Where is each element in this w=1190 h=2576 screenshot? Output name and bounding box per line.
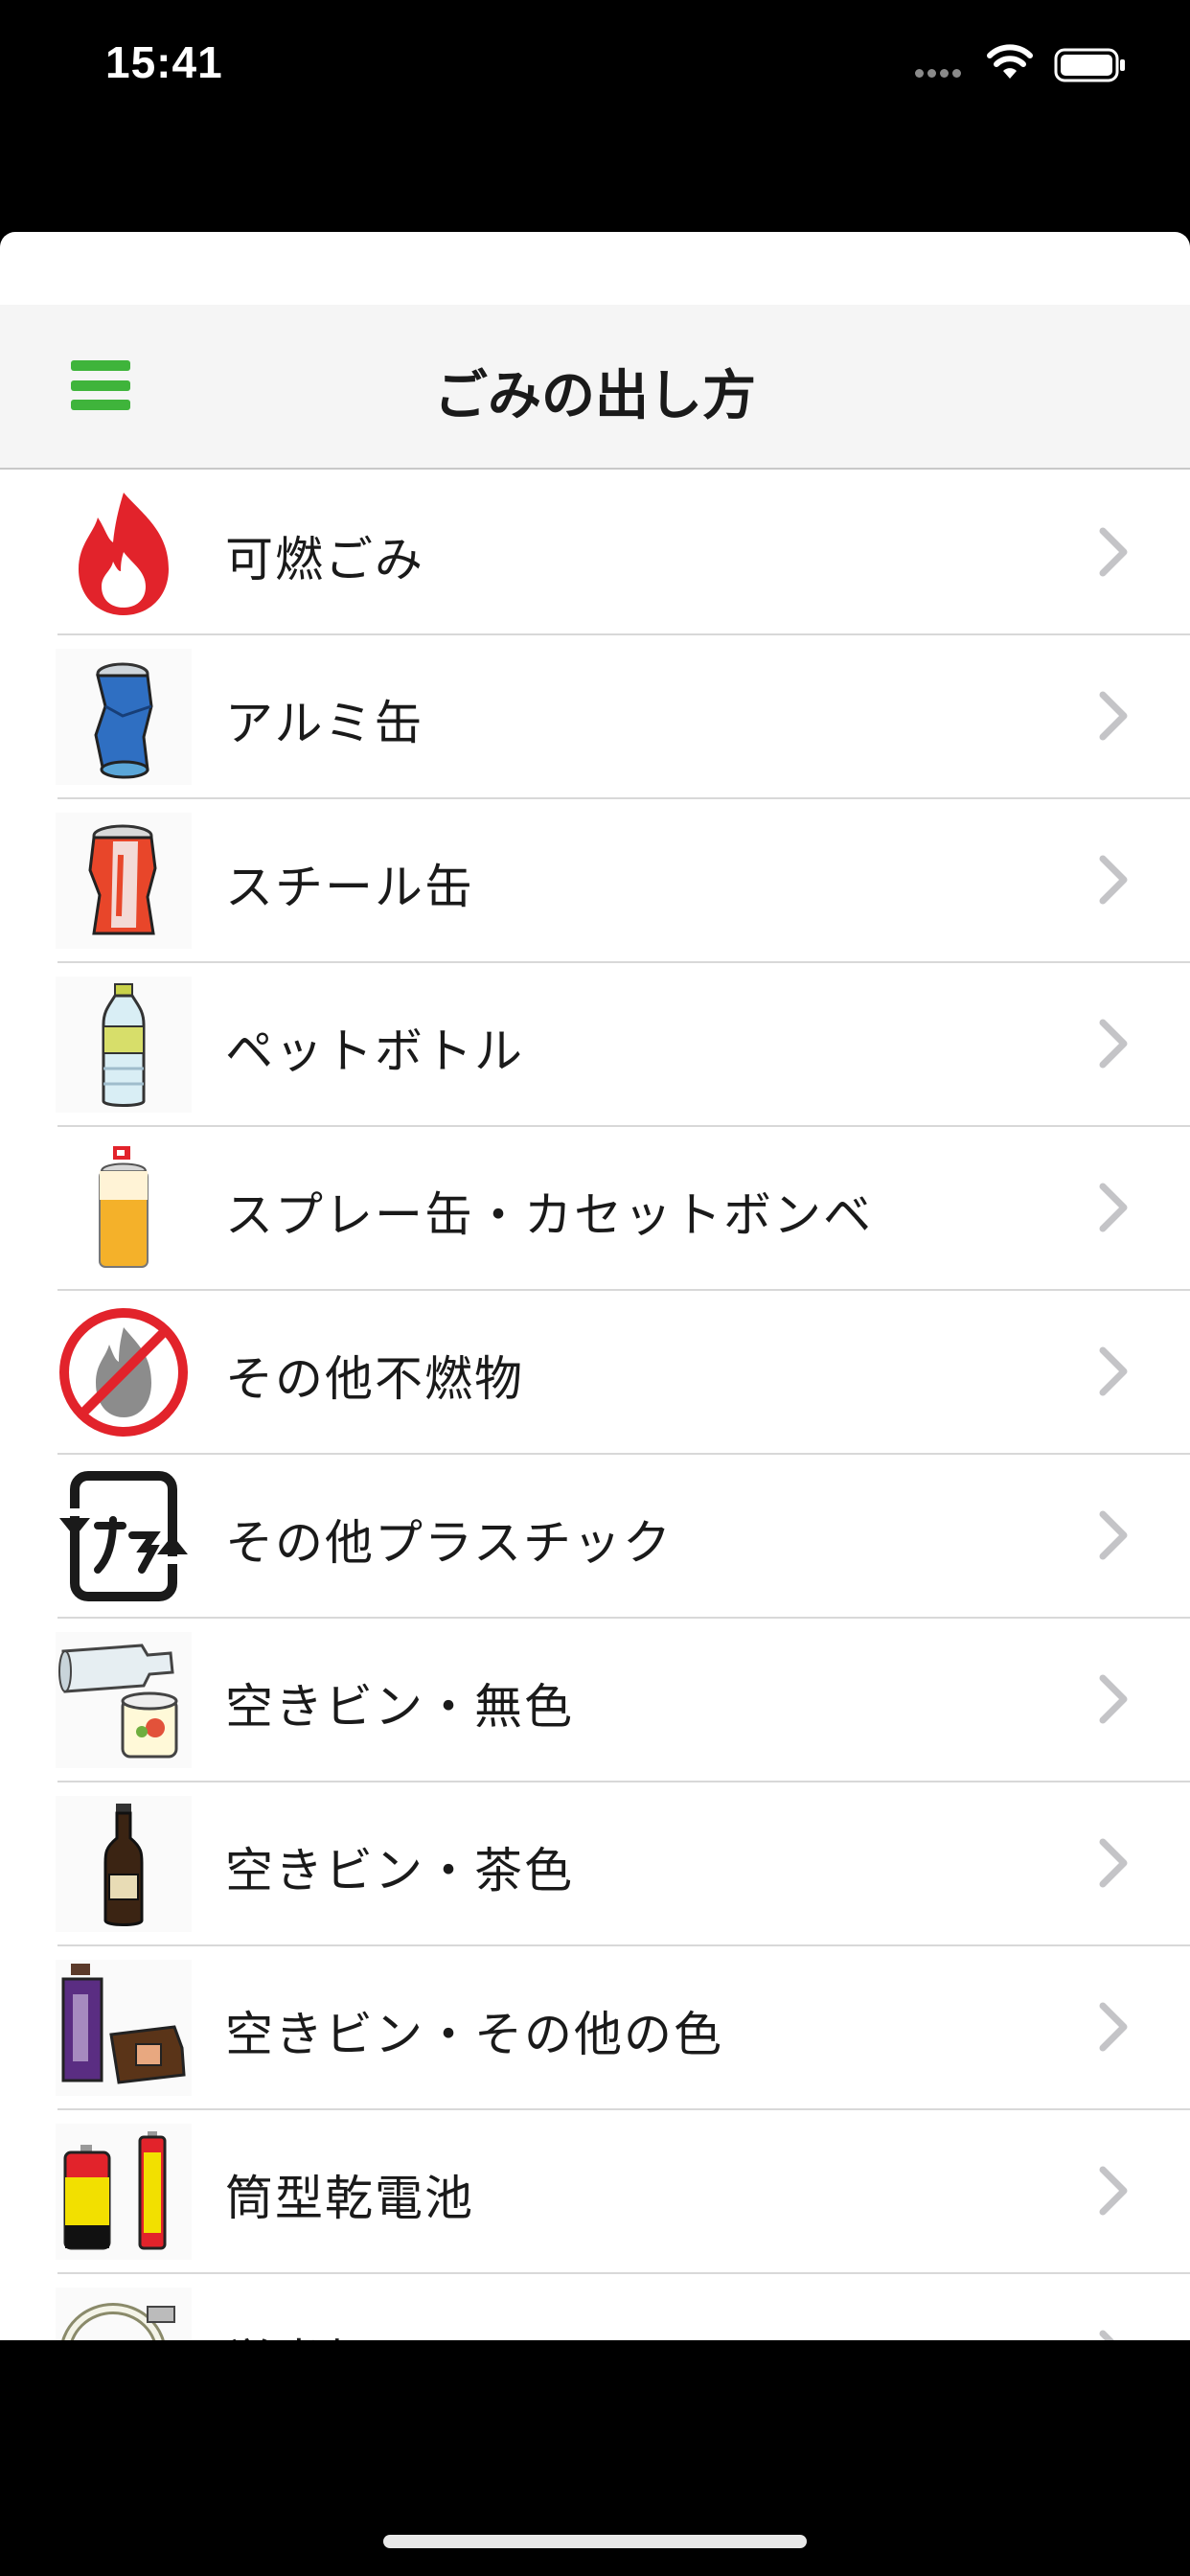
- plastic-recycle-icon: [56, 1468, 192, 1604]
- item-label: 空きビン・その他の色: [225, 2007, 723, 2062]
- item-label: 筒型乾電池: [225, 2171, 474, 2226]
- flame-icon: [56, 485, 192, 621]
- chevron-right-icon: [1099, 1674, 1128, 1724]
- battery-cells-icon: [56, 2124, 192, 2260]
- list-item-other-plastic[interactable]: その他プラスチック: [0, 1455, 1190, 1619]
- list-item-other-color-bottle[interactable]: 空きビン・その他の色: [0, 1946, 1190, 2110]
- navigation-bar: ごみの出し方: [0, 305, 1190, 470]
- list-item-burnable[interactable]: 可燃ごみ: [0, 472, 1190, 635]
- chevron-right-icon: [1099, 855, 1128, 905]
- app-sheet: ごみの出し方 可燃ごみ アルミ缶 スチール缶 ペットボトル スプレー缶・カセット…: [0, 232, 1190, 2340]
- spray-can-icon: [56, 1140, 192, 1276]
- cellular-signal-icon: [915, 63, 965, 81]
- page-title: ごみの出し方: [434, 365, 756, 427]
- clear-bottle-icon: [56, 1632, 192, 1768]
- pet-bottle-icon: [56, 977, 192, 1113]
- chevron-right-icon: [1099, 2166, 1128, 2216]
- garbage-category-list: 可燃ごみ アルミ缶 スチール缶 ペットボトル スプレー缶・カセットボンベ その他…: [0, 472, 1190, 2340]
- item-label: アルミ缶: [225, 696, 424, 751]
- chevron-right-icon: [1099, 1019, 1128, 1069]
- item-label: スチール缶: [225, 860, 474, 915]
- chevron-right-icon: [1099, 1510, 1128, 1560]
- status-bar: 15:41: [0, 0, 1190, 134]
- item-label: 蛍光灯: [225, 2324, 375, 2340]
- fluorescent-lamp-icon: [56, 2288, 192, 2340]
- list-item-brown-bottle[interactable]: 空きビン・茶色: [0, 1782, 1190, 1946]
- brown-bottle-icon: [56, 1796, 192, 1932]
- wifi-icon: [987, 44, 1033, 79]
- list-item-non-burnable[interactable]: その他不燃物: [0, 1291, 1190, 1455]
- list-item-dry-cell-battery[interactable]: 筒型乾電池: [0, 2110, 1190, 2274]
- item-label: 空きビン・茶色: [225, 1843, 574, 1898]
- item-label: 可燃ごみ: [225, 532, 424, 587]
- status-time: 15:41: [105, 37, 223, 87]
- list-item-fluorescent-lamp[interactable]: 蛍光灯: [0, 2274, 1190, 2340]
- chevron-right-icon: [1099, 527, 1128, 577]
- list-item-pet-bottle[interactable]: ペットボトル: [0, 963, 1190, 1127]
- no-burn-icon: [56, 1304, 192, 1440]
- home-indicator[interactable]: [383, 2535, 807, 2548]
- chevron-right-icon: [1099, 691, 1128, 741]
- item-label: その他プラスチック: [225, 1515, 673, 1571]
- chevron-right-icon: [1099, 1346, 1128, 1396]
- aluminum-can-icon: [56, 649, 192, 785]
- steel-can-icon: [56, 813, 192, 949]
- list-item-spray-can[interactable]: スプレー缶・カセットボンベ: [0, 1127, 1190, 1291]
- item-label: 空きビン・無色: [225, 1679, 574, 1735]
- chevron-right-icon: [1099, 1838, 1128, 1888]
- item-label: ペットボトル: [225, 1024, 524, 1079]
- item-label: スプレー缶・カセットボンベ: [225, 1187, 873, 1243]
- battery-icon: [1054, 48, 1125, 82]
- list-item-steel-can[interactable]: スチール缶: [0, 799, 1190, 963]
- chevron-right-icon: [1099, 2002, 1128, 2052]
- list-item-clear-bottle[interactable]: 空きビン・無色: [0, 1619, 1190, 1782]
- chevron-right-icon: [1099, 1183, 1128, 1232]
- chevron-right-icon: [1099, 2330, 1114, 2340]
- other-color-bottle-icon: [56, 1960, 192, 2096]
- list-item-aluminum-can[interactable]: アルミ缶: [0, 635, 1190, 799]
- item-label: その他不燃物: [225, 1351, 524, 1407]
